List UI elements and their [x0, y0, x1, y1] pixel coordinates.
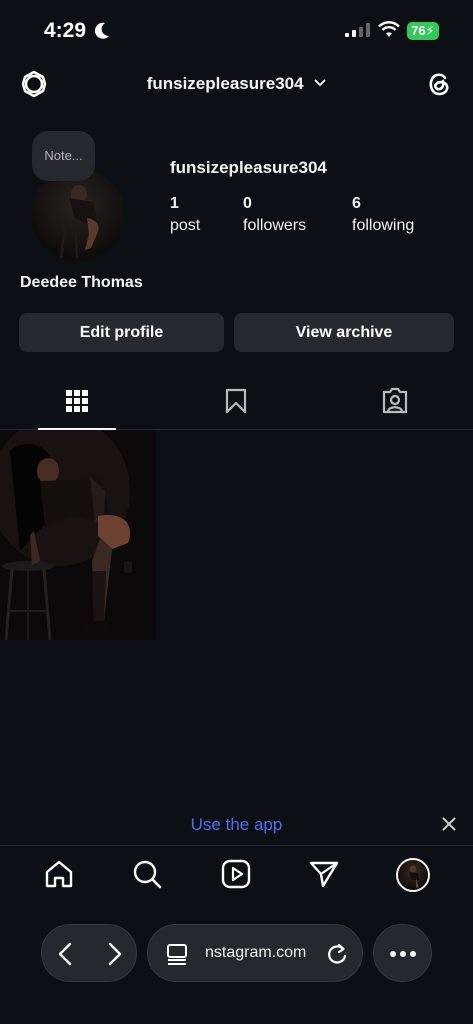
avatar-photo: [59, 185, 99, 259]
more-icon: [390, 951, 416, 957]
url-text: nstagram.com: [205, 944, 307, 961]
history-nav-pill: [41, 924, 137, 982]
threads-icon[interactable]: [423, 68, 455, 100]
posts-label: post: [170, 217, 201, 234]
battery-indicator: 76⚡: [407, 22, 439, 40]
following-count: 6: [352, 195, 361, 212]
stat-following[interactable]: 6 following: [352, 195, 414, 235]
nav-avatar-photo: [409, 865, 419, 888]
reels-icon[interactable]: [220, 858, 252, 890]
bottom-navigation: [0, 852, 473, 900]
tab-tagged[interactable]: [356, 374, 434, 430]
profile-username: funsizepleasure304: [170, 158, 327, 177]
header-username: funsizepleasure304: [146, 74, 304, 93]
search-icon[interactable]: [131, 858, 163, 890]
use-app-link[interactable]: Use the app: [0, 815, 473, 835]
following-label: following: [352, 217, 415, 234]
profile-header: funsizepleasure304: [0, 62, 473, 106]
home-icon[interactable]: [43, 858, 75, 890]
wifi-icon: [378, 21, 400, 37]
note-bubble[interactable]: Note...: [32, 131, 95, 181]
use-app-banner: Use the app: [0, 812, 473, 846]
back-icon[interactable]: [58, 942, 72, 966]
view-archive-button[interactable]: View archive: [234, 313, 454, 352]
moon-icon: [94, 22, 109, 39]
battery-level: 76: [411, 23, 426, 38]
reload-icon[interactable]: [326, 942, 348, 966]
profile-full-name: Deedee Thomas: [20, 274, 143, 291]
status-time: 4:29: [44, 19, 87, 42]
post-photo: [0, 431, 156, 640]
close-icon[interactable]: [441, 816, 457, 832]
profile-avatar-nav[interactable]: [396, 858, 430, 892]
post-thumbnail[interactable]: [0, 431, 156, 640]
bookmark-icon: [225, 388, 247, 414]
charging-bolt-icon: ⚡: [425, 23, 435, 38]
stat-posts: 1 post: [170, 195, 200, 235]
posts-count: 1: [170, 195, 179, 212]
profile-tabs: [0, 374, 473, 430]
cellular-signal-icon: [345, 23, 370, 37]
tab-posts-grid[interactable]: [38, 374, 116, 430]
tagged-icon: [382, 387, 408, 414]
tab-saved[interactable]: [197, 374, 275, 430]
address-bar[interactable]: nstagram.com: [147, 924, 363, 982]
forward-icon[interactable]: [108, 942, 122, 966]
more-options-button[interactable]: [373, 924, 432, 982]
status-bar: 4:29 76⚡: [0, 0, 473, 62]
direct-icon[interactable]: [308, 858, 340, 890]
followers-label: followers: [243, 217, 307, 234]
browser-toolbar: nstagram.com: [0, 924, 473, 984]
chevron-down-icon: [314, 79, 326, 87]
reader-icon[interactable]: [166, 943, 188, 965]
account-switcher[interactable]: funsizepleasure304: [0, 74, 473, 94]
stat-followers[interactable]: 0 followers: [243, 195, 306, 235]
profile-avatar[interactable]: [31, 168, 125, 262]
followers-count: 0: [243, 195, 252, 212]
grid-icon: [66, 390, 88, 412]
edit-profile-button[interactable]: Edit profile: [19, 313, 224, 352]
